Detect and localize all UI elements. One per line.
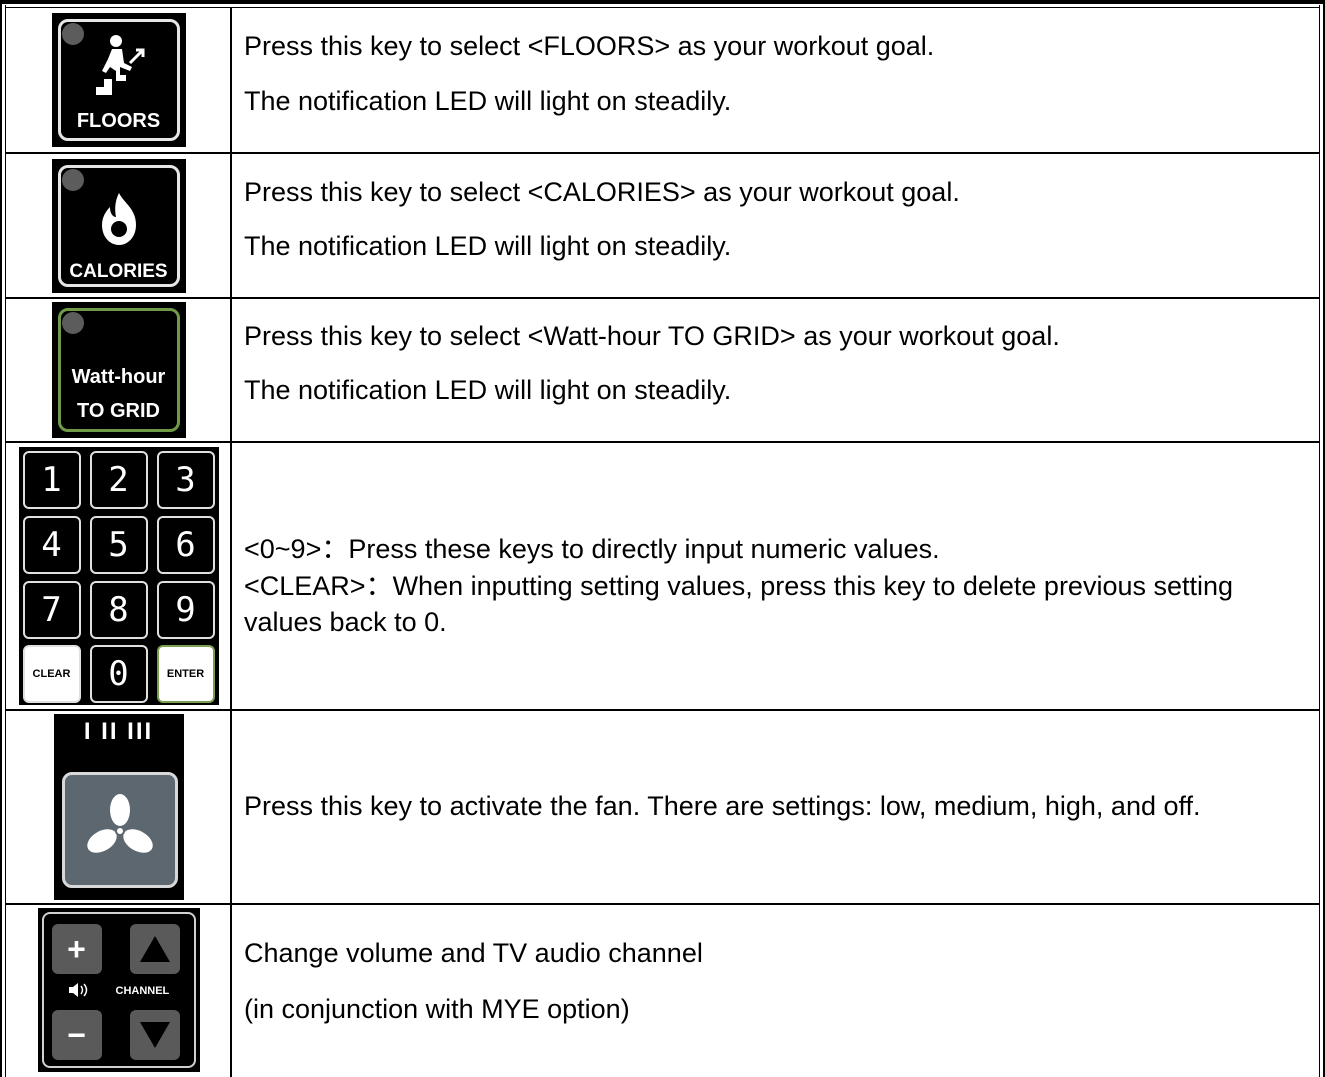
stair-climber-icon — [95, 35, 144, 95]
description-line: The notification LED will light on stead… — [244, 86, 732, 116]
triangle-down-icon — [139, 1022, 170, 1048]
table-row: Watt-hour TO GRID Press this key to sele… — [6, 299, 1319, 441]
fan-key[interactable]: I II III — [53, 714, 184, 900]
floors-key[interactable]: FLOORS — [51, 13, 186, 147]
key-4[interactable]: 4 — [22, 516, 81, 574]
table-row: I II III Press this key to activate the — [6, 711, 1319, 903]
fan-icon — [86, 794, 153, 853]
calories-key-label: CALORIES — [69, 260, 168, 282]
notification-led — [61, 312, 84, 334]
watt-hour-key-label-line2: TO GRID — [77, 400, 160, 422]
description-line: Change volume and TV audio channel — [244, 938, 703, 968]
icon-cell: CALORIES — [6, 154, 231, 297]
numeric-keypad: 1 2 3 4 5 6 7 8 9 CLEAR 0 ENTER — [18, 447, 219, 705]
volume-down-button[interactable]: − — [51, 1010, 102, 1060]
notification-led — [61, 23, 84, 45]
key-description-table: FLOORS Press this key to select <FLOORS>… — [0, 0, 1325, 1077]
description-line: Press this key to activate the fan. Ther… — [244, 791, 1201, 822]
table-row: 1 2 3 4 5 6 7 8 9 CLEAR 0 ENTER <0~9>：Pr… — [6, 443, 1319, 709]
key-3[interactable]: 3 — [156, 451, 215, 509]
key-9[interactable]: 9 — [156, 581, 215, 639]
fan-level-indicators: I II III — [83, 718, 154, 745]
icon-cell: Watt-hour TO GRID — [6, 299, 231, 441]
table-border-left-outer — [0, 0, 2, 1077]
table-row: + − CHANNEL Change volume and TV audio c… — [6, 905, 1319, 1077]
icon-cell: 1 2 3 4 5 6 7 8 9 CLEAR 0 ENTER — [6, 443, 231, 709]
description-line: Press this key to select <Watt-hour TO G… — [244, 321, 1060, 351]
watt-hour-key-label-line1: Watt-hour — [71, 366, 166, 388]
icon-cell: FLOORS — [6, 8, 231, 152]
description-cell: Press this key to activate the fan. Ther… — [244, 711, 1309, 903]
description-cell: Press this key to select <FLOORS> as you… — [244, 8, 1309, 152]
description-line: The notification LED will light on stead… — [244, 231, 732, 261]
calories-key[interactable]: CALORIES — [51, 158, 186, 293]
flame-icon — [101, 192, 136, 245]
table-border-right-inner — [1319, 5, 1320, 1077]
description-line: Press this key to select <CALORIES> as y… — [244, 177, 960, 207]
triangle-up-icon — [139, 936, 170, 962]
clear-key[interactable]: CLEAR — [22, 645, 81, 703]
description-line: (in conjunction with MYE option) — [244, 994, 630, 1024]
description-line: Press this key to select <FLOORS> as you… — [244, 31, 935, 61]
floors-key-label: FLOORS — [76, 110, 161, 132]
channel-label: CHANNEL — [115, 985, 170, 997]
key-8[interactable]: 8 — [89, 581, 148, 639]
key-6[interactable]: 6 — [156, 516, 215, 574]
watt-hour-to-grid-key[interactable]: Watt-hour TO GRID — [51, 302, 186, 438]
table-row: CALORIES Press this key to select <CALOR… — [6, 154, 1319, 297]
enter-key[interactable]: ENTER — [156, 645, 215, 703]
notification-led — [61, 168, 84, 191]
description-cell: Press this key to select <Watt-hour TO G… — [244, 299, 1309, 441]
volume-channel-keys: + − CHANNEL — [37, 908, 200, 1072]
description-cell: Press this key to select <CALORIES> as y… — [244, 154, 1309, 297]
description-cell: <0~9>：Press these keys to directly input… — [244, 443, 1309, 709]
description-line: <CLEAR>：When inputting setting values, p… — [244, 570, 1234, 638]
description-line: <0~9>：Press these keys to directly input… — [244, 533, 940, 564]
key-5[interactable]: 5 — [89, 516, 148, 574]
description-line: The notification LED will light on stead… — [244, 375, 732, 405]
key-0[interactable]: 0 — [89, 645, 148, 703]
key-1[interactable]: 1 — [22, 451, 81, 509]
volume-up-button[interactable]: + — [51, 924, 102, 974]
speaker-icon — [68, 983, 87, 997]
channel-up-button[interactable] — [129, 924, 180, 974]
table-border-top — [0, 0, 1325, 4]
channel-down-button[interactable] — [129, 1010, 180, 1060]
icon-cell: I II III — [6, 711, 231, 903]
description-cell: Change volume and TV audio channel (in c… — [244, 905, 1309, 1077]
key-2[interactable]: 2 — [89, 451, 148, 509]
key-7[interactable]: 7 — [22, 581, 81, 639]
icon-cell: + − CHANNEL — [6, 905, 231, 1077]
table-row: FLOORS Press this key to select <FLOORS>… — [6, 8, 1319, 152]
